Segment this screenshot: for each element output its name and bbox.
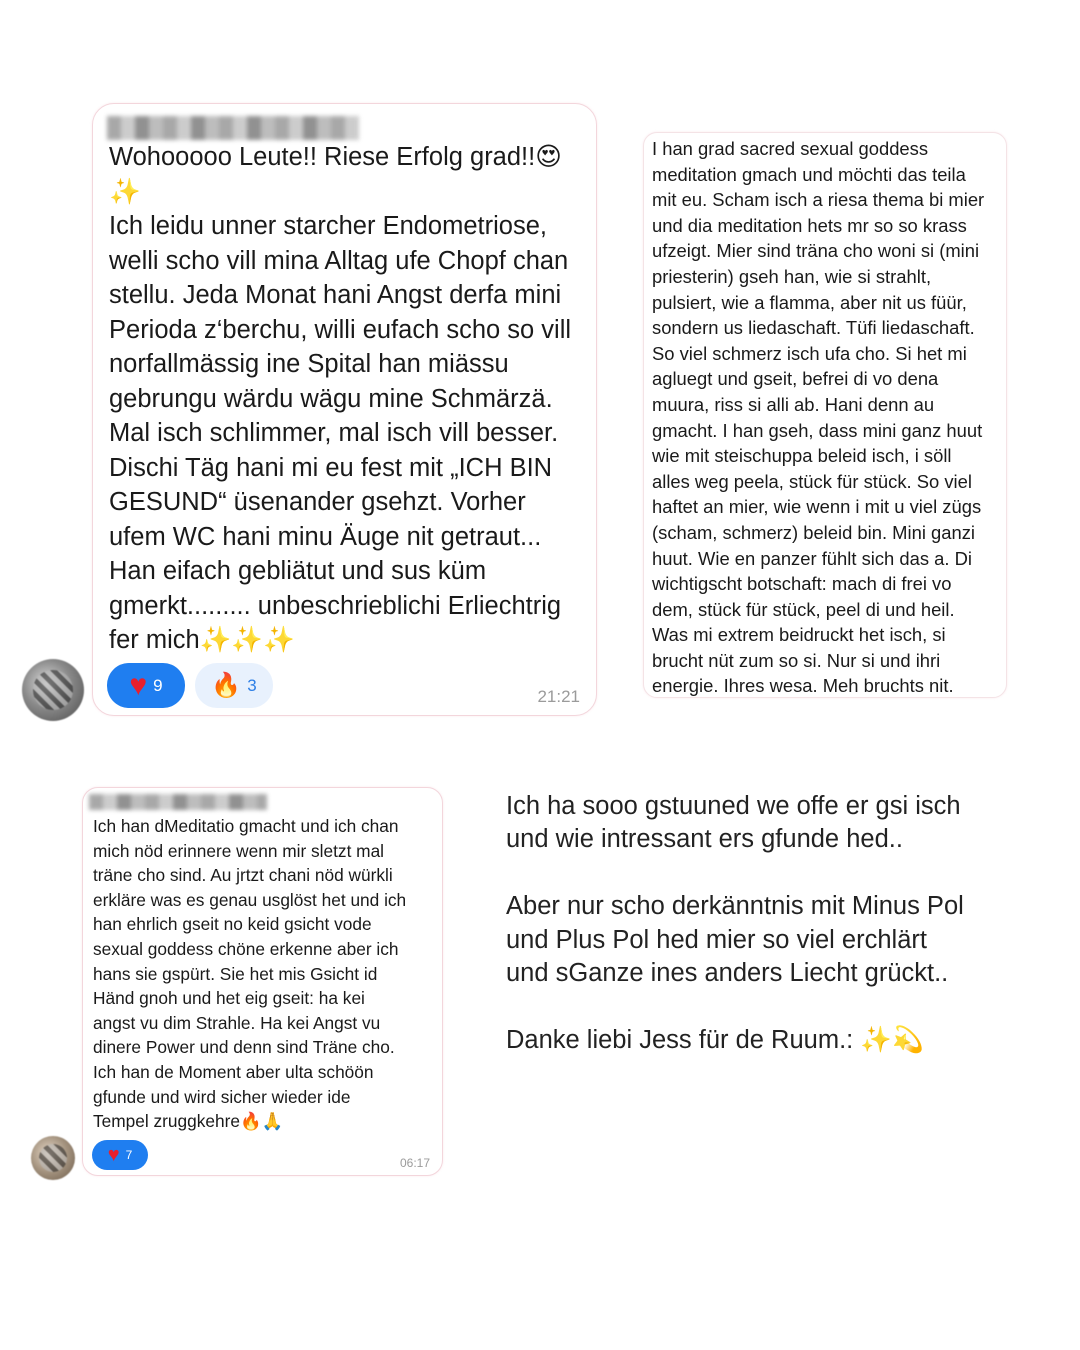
sender-name-blurred (107, 116, 359, 140)
heart-icon: ♥ (107, 1143, 120, 1166)
reaction-heart-button[interactable]: ♥ 9 (107, 663, 185, 708)
message-text: Wohooooo Leute!! Riese Erfolg grad!!😍 ✨ … (109, 143, 572, 654)
message-text-plain: Ich ha sooo gstuuned we offe er gsi isch… (506, 792, 964, 1054)
message-bubble-3[interactable]: Ich han dMeditatio gmacht und ich chan m… (82, 787, 443, 1176)
message-bubble-1[interactable]: Wohooooo Leute!! Riese Erfolg grad!!😍 ✨ … (92, 103, 597, 716)
avatar[interactable] (31, 1136, 75, 1180)
reaction-count: 3 (247, 675, 257, 695)
reaction-heart-button[interactable]: ♥ 7 (92, 1140, 148, 1170)
reaction-count: 9 (153, 675, 163, 695)
message-timestamp: 21:21 (537, 687, 580, 706)
reaction-count: 7 (125, 1148, 133, 1162)
sender-name-blurred (89, 794, 267, 810)
fire-icon: 🔥 (211, 672, 242, 699)
heart-icon: ♥ (129, 668, 148, 702)
reaction-fire-button[interactable]: 🔥 3 (195, 663, 273, 708)
message-timestamp: 06:17 (399, 1156, 430, 1170)
message-text: Ich han dMeditatio gmacht und ich chan m… (93, 816, 407, 1132)
avatar[interactable] (22, 659, 84, 721)
message-text: I han grad sacred sexual goddess meditat… (652, 138, 985, 697)
message-bubble-2[interactable]: I han grad sacred sexual goddess meditat… (643, 132, 1007, 698)
